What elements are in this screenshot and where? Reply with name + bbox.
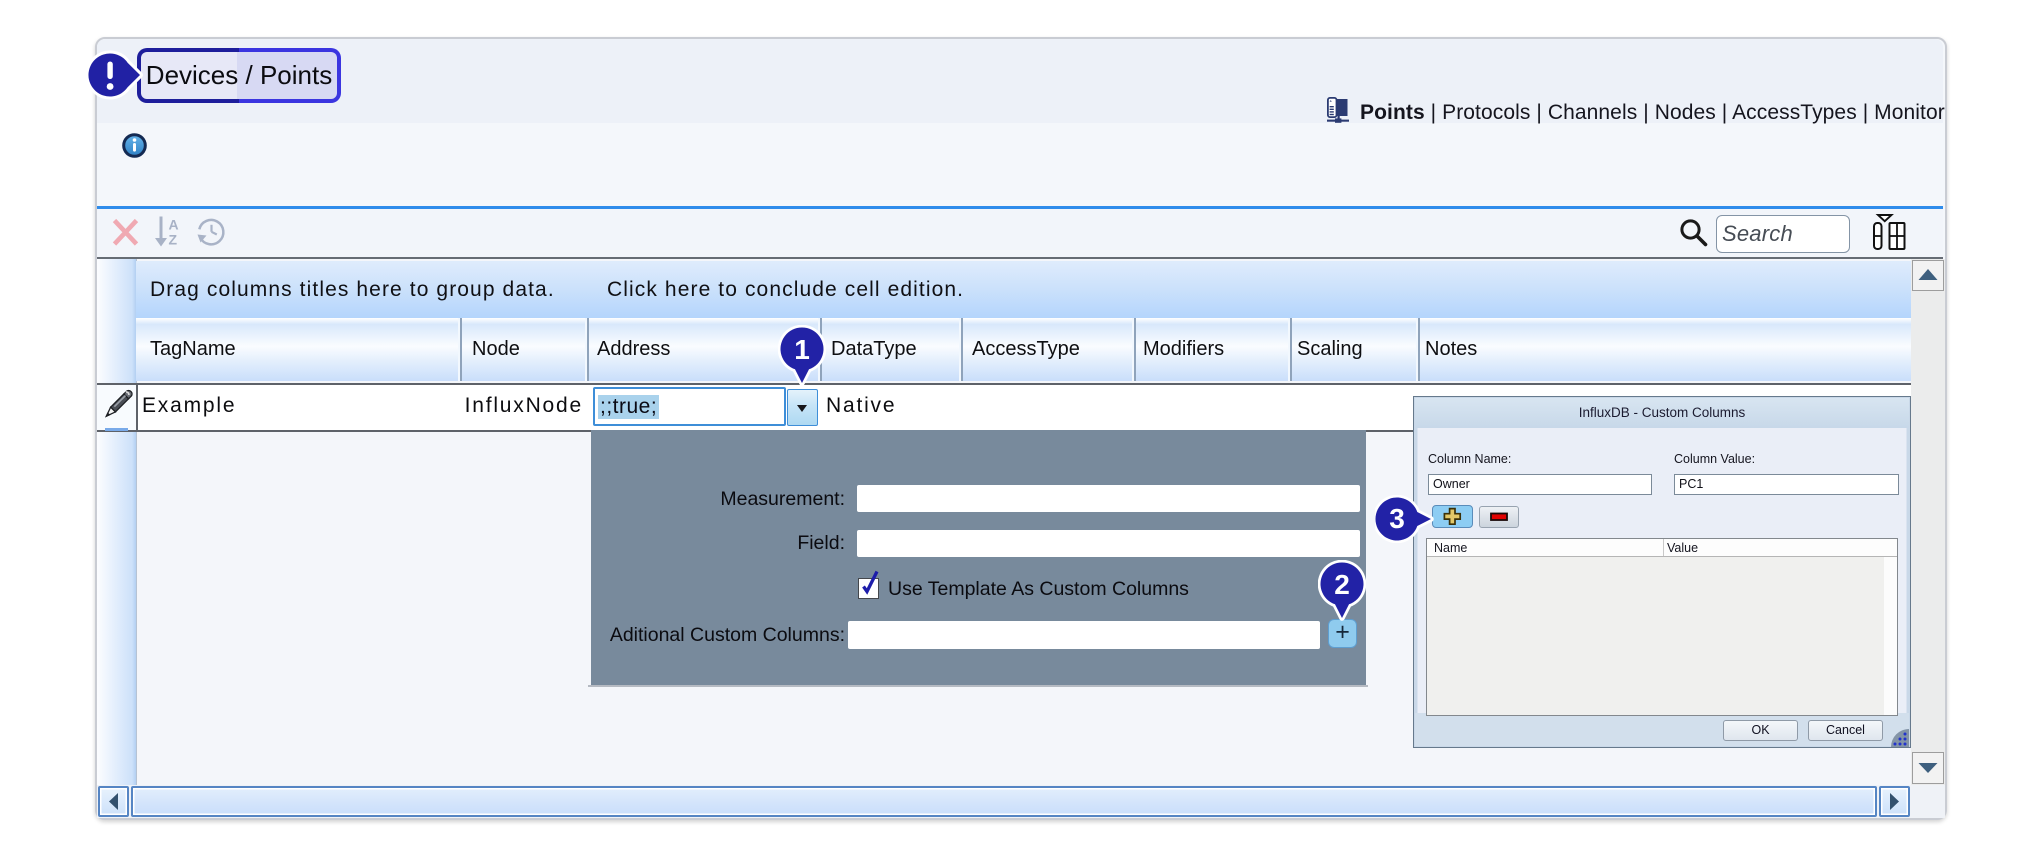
svg-text:A: A <box>169 217 179 233</box>
svg-text:Z: Z <box>169 232 178 248</box>
svg-text:3: 3 <box>1389 503 1405 534</box>
svg-text:1: 1 <box>794 334 810 365</box>
svg-text:2: 2 <box>1334 569 1350 600</box>
